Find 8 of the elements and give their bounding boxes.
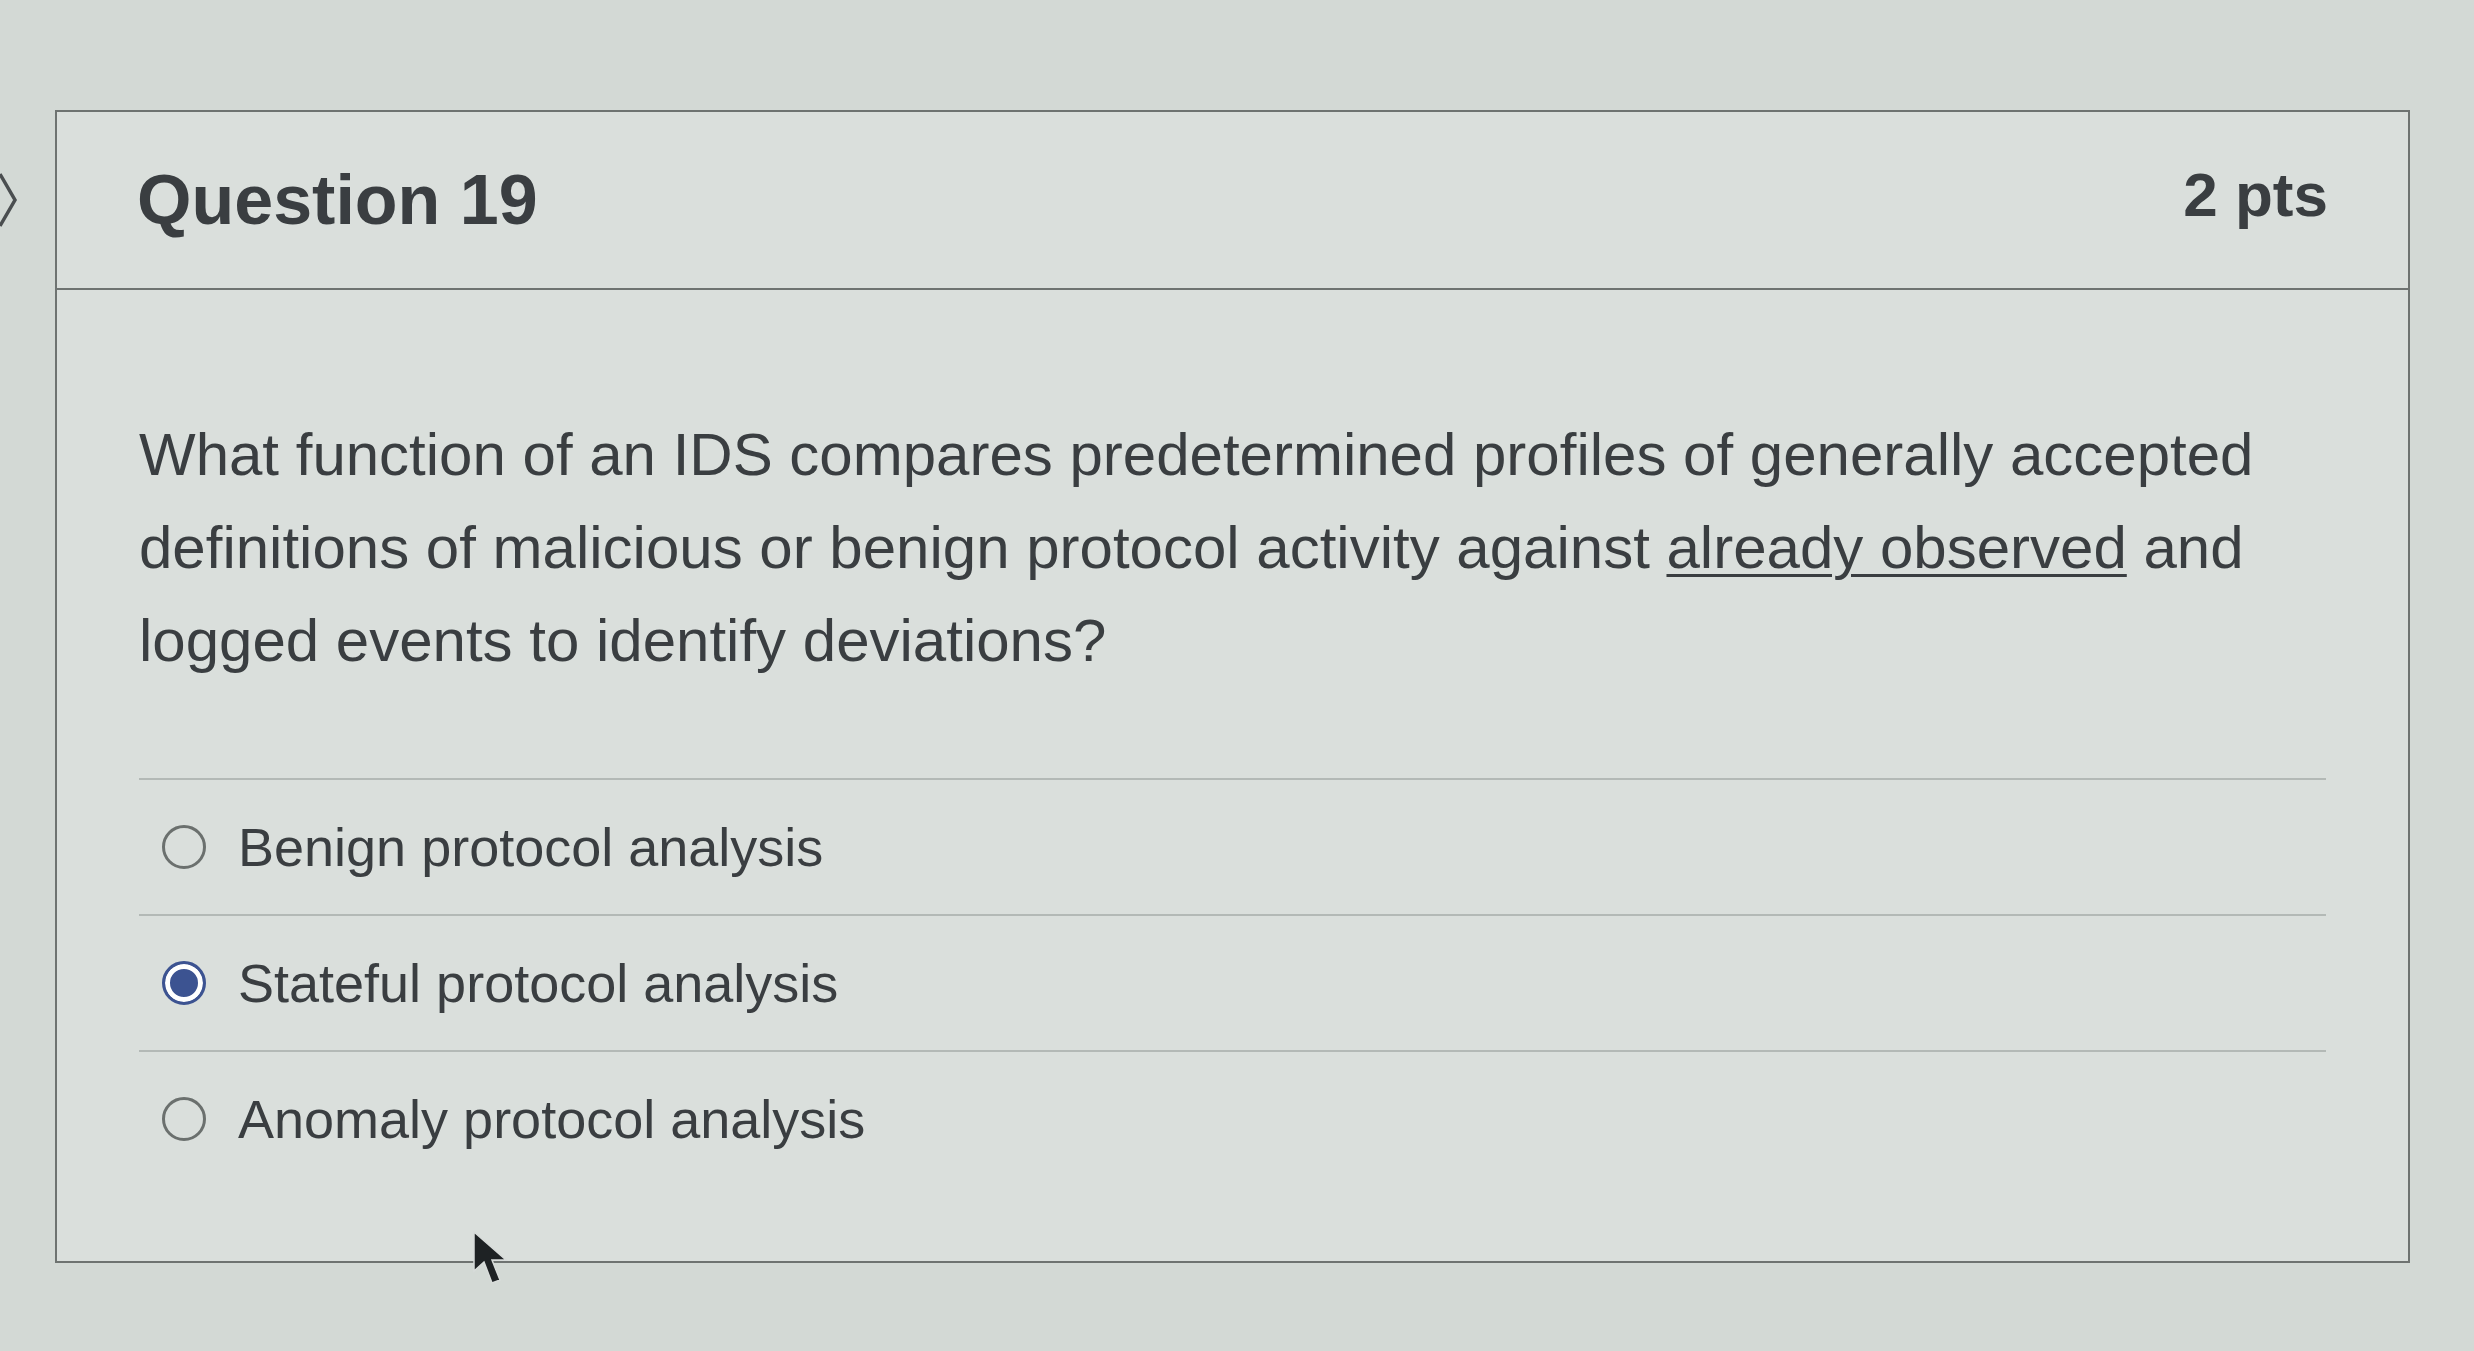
answer-label[interactable]: Benign protocol analysis (238, 814, 824, 880)
radio-button[interactable] (162, 825, 206, 869)
radio-button[interactable] (162, 961, 206, 1005)
answer-label[interactable]: Stateful protocol analysis (238, 950, 839, 1016)
chevron-right-icon[interactable] (0, 172, 18, 228)
radio-button[interactable] (162, 1097, 206, 1141)
answer-label[interactable]: Anomaly protocol analysis (238, 1086, 866, 1152)
question-text: What function of an IDS compares predetermined profiles of generally accepted definitions of malicious or benign protocol activity against already observed and logged events to identify deviations? (139, 420, 2255, 676)
